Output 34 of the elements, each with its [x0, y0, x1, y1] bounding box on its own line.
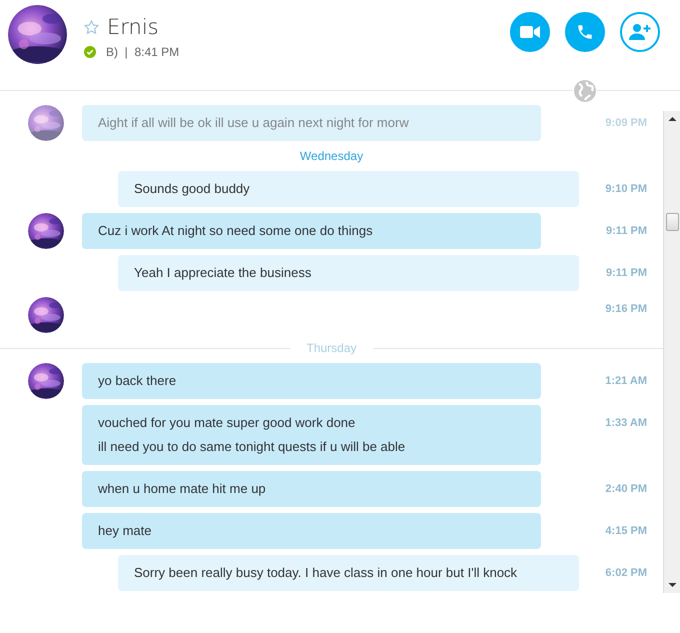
message-time: 9:11 PM — [605, 224, 647, 237]
scrollbar[interactable] — [663, 111, 680, 593]
message-time: 4:15 PM — [604, 524, 647, 537]
message-text: ill need you to do same tonight quests if u will be able — [98, 438, 406, 456]
add-person-icon — [629, 23, 651, 41]
message-text: Aight if all will be ok ill use u again next night for morw — [98, 114, 410, 132]
message-time: 9:09 PM — [604, 116, 647, 129]
video-camera-icon — [520, 25, 540, 39]
globe-icon[interactable] — [573, 79, 597, 103]
message-text: Cuz i work At night so need some one do things — [98, 222, 374, 240]
message-time: 2:40 PM — [604, 482, 647, 495]
message-text: Sorry been really busy today. I have class in one hour but I'll knock — [134, 564, 518, 582]
video-call-button[interactable] — [510, 12, 550, 52]
message-text: vouched for you mate super good work done — [98, 414, 356, 432]
day-label: Thursday — [306, 341, 357, 355]
phone-icon — [576, 23, 594, 41]
contact-name: Ernis — [107, 15, 159, 39]
call-button[interactable] — [565, 12, 605, 52]
message-time: 1:21 AM — [604, 374, 647, 387]
message-text: when u home mate hit me up — [98, 480, 267, 498]
message-time: 9:11 PM — [605, 266, 647, 279]
message-text: Yeah I appreciate the business — [134, 264, 312, 282]
day-label: Wednesday — [300, 149, 364, 163]
message-text: yo back there — [98, 372, 178, 390]
favorite-star-icon[interactable] — [84, 20, 99, 34]
status-text: B) | 8:41 PM — [106, 45, 180, 59]
message-text: hey mate — [98, 522, 152, 540]
message-time: 9:16 PM — [604, 302, 647, 315]
message-text: Sounds good buddy — [134, 180, 251, 198]
message-time: 6:02 PM — [604, 566, 647, 579]
message-time: 1:33 AM — [604, 416, 647, 429]
add-contact-button[interactable] — [620, 12, 660, 52]
scroll-thumb[interactable] — [666, 213, 678, 231]
message-time: 9:10 PM — [604, 182, 647, 195]
